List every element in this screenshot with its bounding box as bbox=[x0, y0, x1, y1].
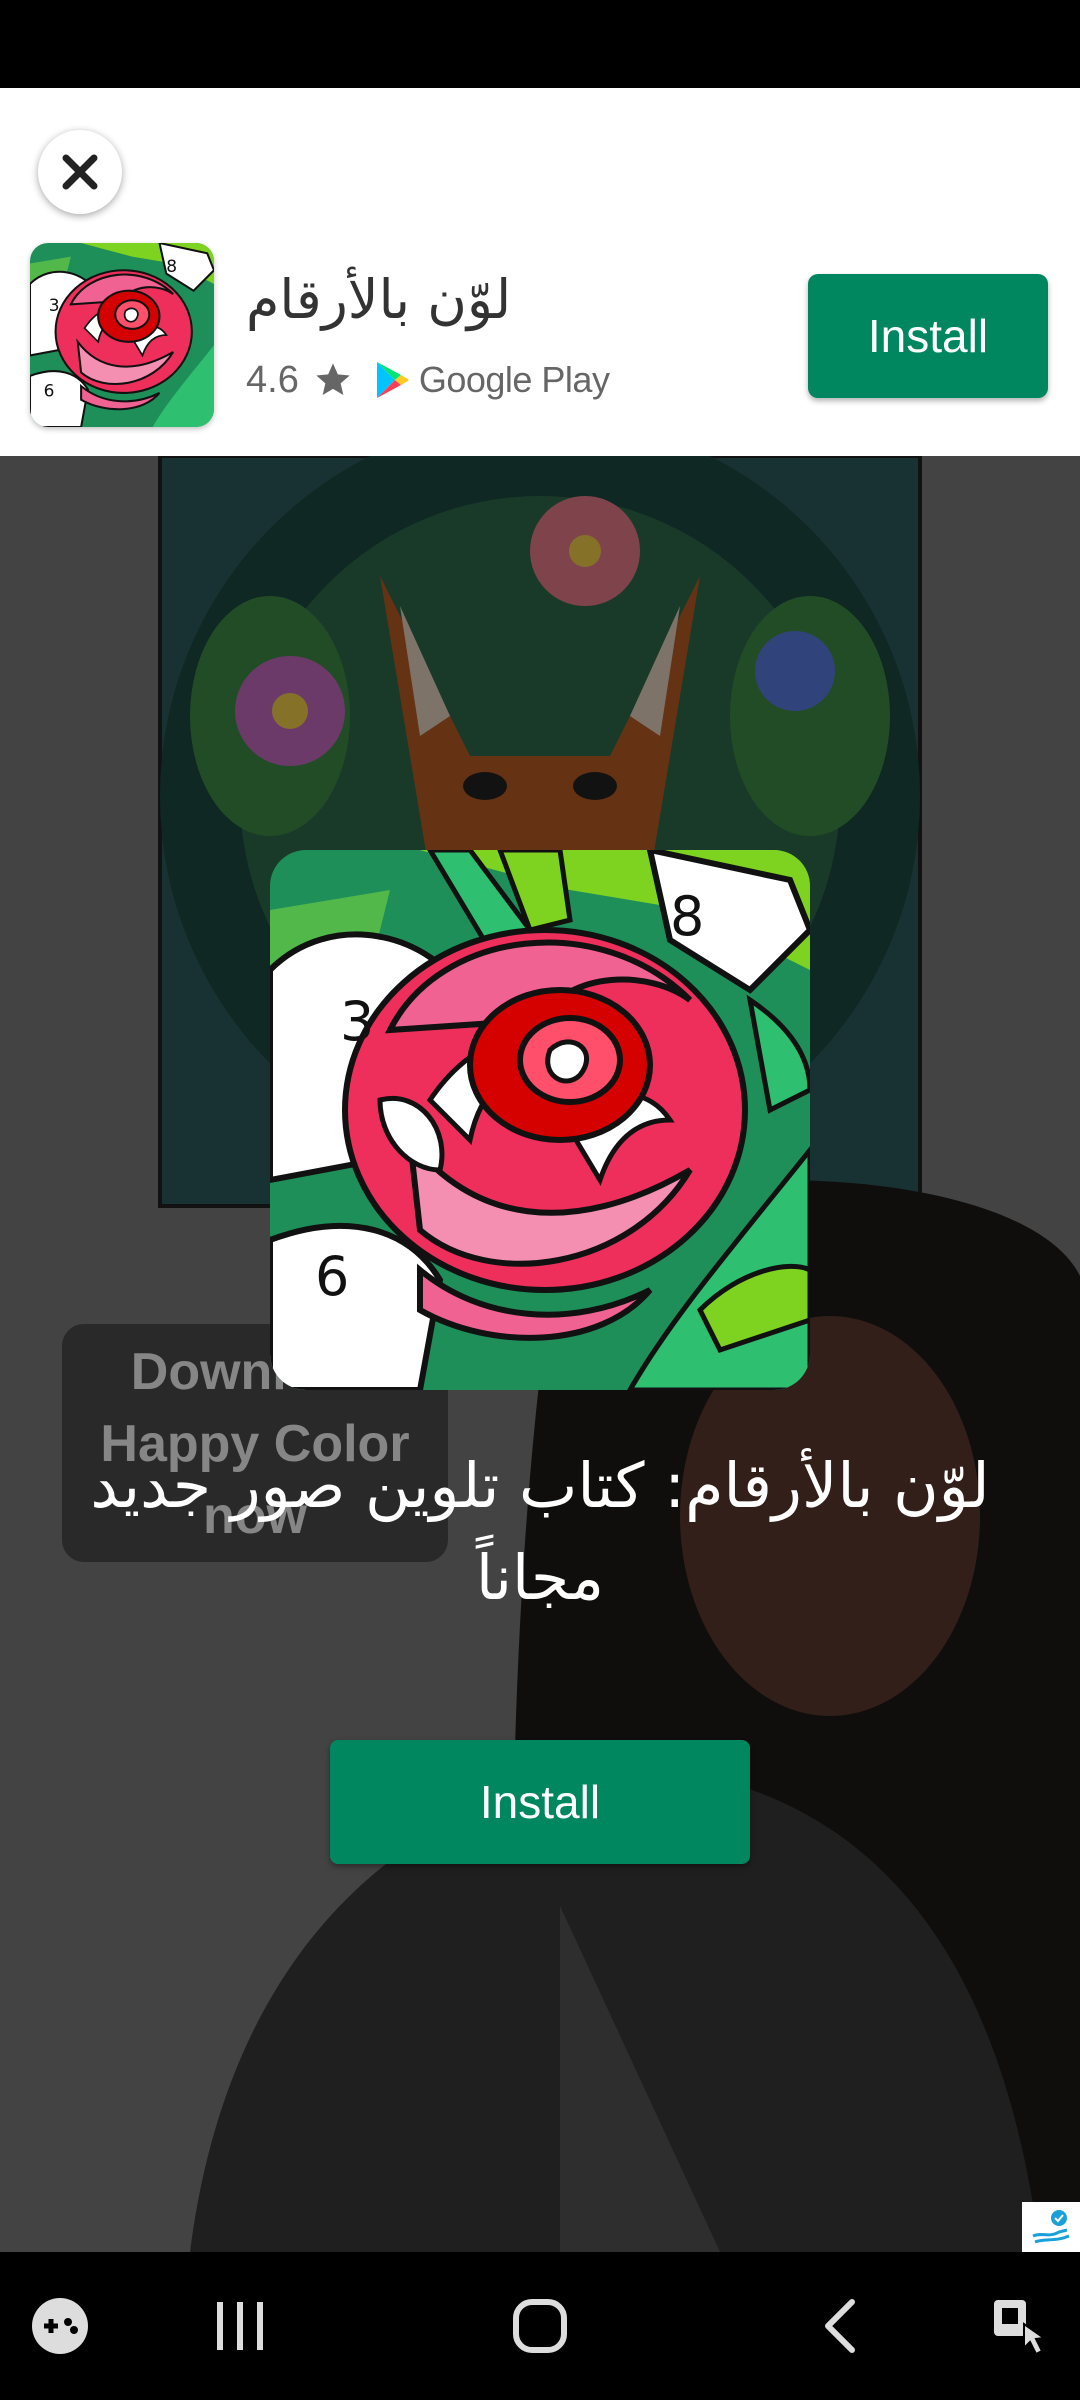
icon-number: 8 bbox=[670, 885, 704, 948]
game-launcher-icon bbox=[32, 2298, 88, 2354]
google-play-icon bbox=[376, 362, 409, 398]
rating-row: 4.6 Google Play bbox=[246, 350, 610, 410]
svg-text:8: 8 bbox=[166, 257, 177, 277]
close-icon bbox=[62, 154, 98, 190]
ad-banner: 3 8 6 لوّن بالأرقام 4.6 Google Play Inst… bbox=[0, 88, 1080, 456]
svg-text:6: 6 bbox=[44, 381, 55, 401]
star-icon bbox=[316, 363, 350, 395]
accessibility-icon bbox=[994, 2300, 1047, 2356]
home-button[interactable] bbox=[500, 2252, 580, 2400]
ad-info-icon bbox=[1032, 2210, 1070, 2244]
icon-number: 3 bbox=[340, 990, 374, 1053]
rose-icon: 3 8 6 bbox=[30, 243, 214, 427]
app-name: لوّن بالأرقام bbox=[246, 268, 512, 331]
app-icon-large[interactable]: 3 8 6 bbox=[270, 850, 810, 1390]
rose-icon: 3 8 6 bbox=[270, 850, 810, 1390]
install-button-main[interactable]: Install bbox=[330, 1740, 750, 1864]
app-icon[interactable]: 3 8 6 bbox=[30, 243, 214, 427]
adchoices-icon[interactable] bbox=[1022, 2202, 1080, 2254]
back-button[interactable] bbox=[800, 2252, 880, 2400]
install-button[interactable]: Install bbox=[808, 274, 1048, 398]
accessibility-button[interactable] bbox=[980, 2252, 1060, 2400]
home-icon bbox=[513, 2299, 567, 2353]
back-icon bbox=[825, 2299, 855, 2353]
navigation-bar bbox=[0, 2252, 1080, 2400]
svg-text:3: 3 bbox=[49, 296, 60, 316]
game-launcher-button[interactable] bbox=[18, 2252, 102, 2400]
rating-value: 4.6 bbox=[246, 358, 299, 401]
close-button[interactable] bbox=[38, 130, 122, 214]
icon-number: 6 bbox=[315, 1245, 349, 1308]
recent-apps-button[interactable] bbox=[200, 2252, 280, 2400]
store-name: Google Play bbox=[418, 359, 610, 400]
ad-headline: لوّن بالأرقام: كتاب تلوين صور جديد مجانا… bbox=[90, 1449, 990, 1614]
status-bar bbox=[0, 0, 1080, 88]
recent-apps-icon bbox=[217, 2302, 263, 2350]
